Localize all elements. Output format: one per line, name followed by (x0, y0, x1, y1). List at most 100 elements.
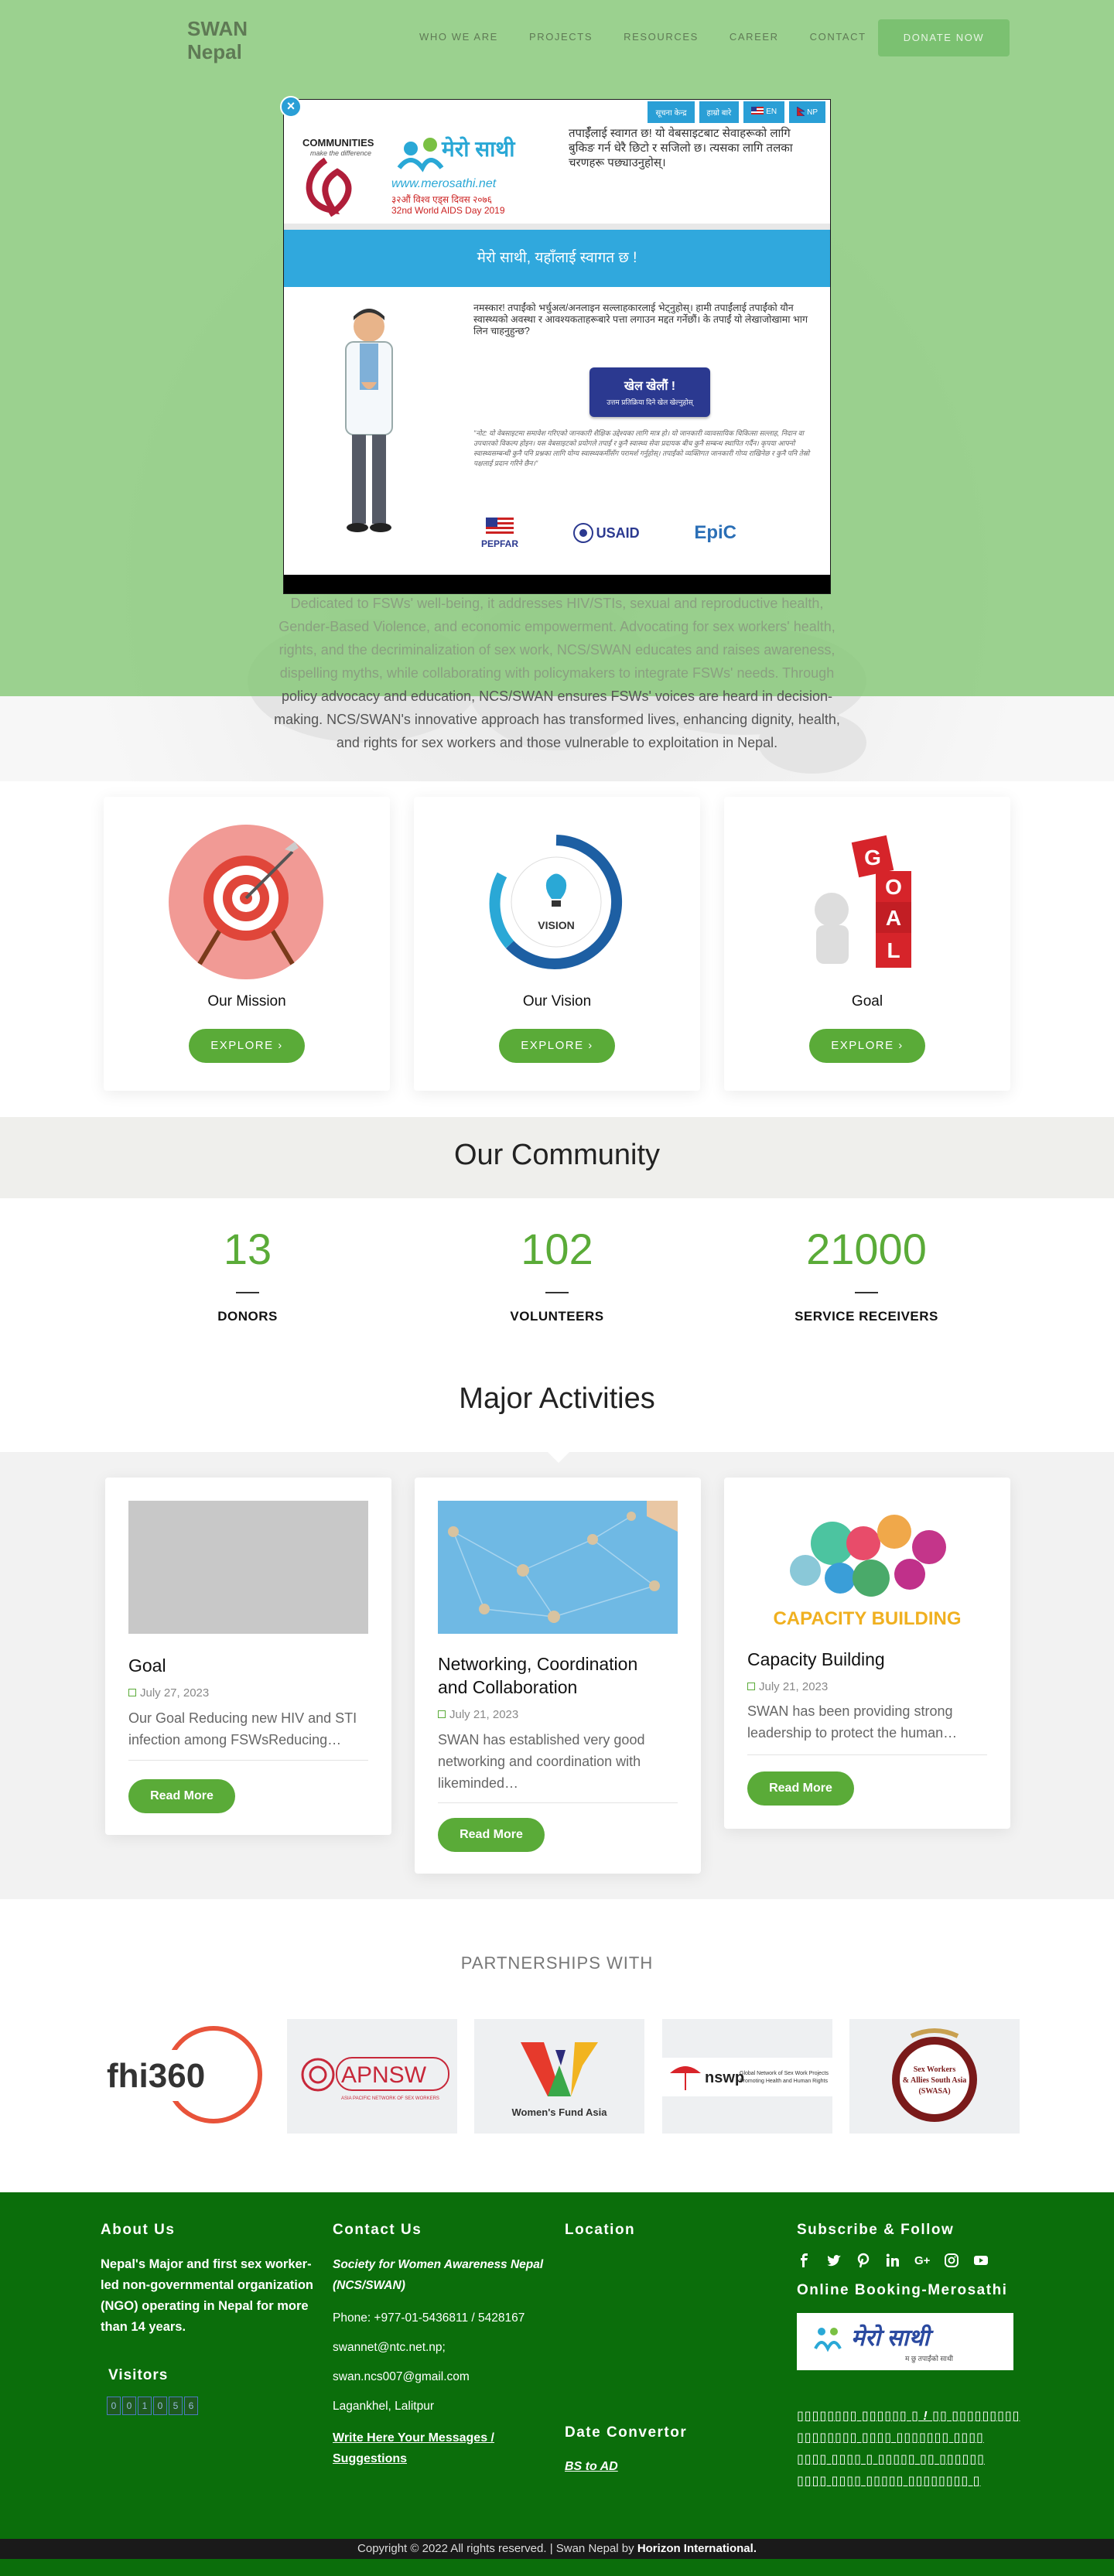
contact-email[interactable]: swannet@ntc.net.np; (333, 2339, 557, 2356)
hero-line: Gender-Based Violence, and economic empo… (278, 619, 836, 634)
visitor-counter: 0 0 1 0 5 6 (107, 2397, 325, 2415)
activity-date: July 21, 2023 (747, 1680, 828, 1693)
nav-contact[interactable]: CONTACT (810, 31, 866, 43)
usaid-label: USAID (596, 524, 640, 541)
stat-divider (236, 1292, 259, 1293)
mission-explore-button[interactable]: EXPLORE › (189, 1029, 305, 1063)
nepal-flag-icon (796, 106, 806, 117)
write-message-link[interactable]: Write Here Your Messages / Suggestions (333, 2427, 557, 2469)
goal-letter: G (864, 846, 881, 869)
linkedin-icon[interactable] (885, 2253, 900, 2268)
popup-welcome-text: तपाईँलाई स्वागत छ! यो वेबसाइटबाट सेवाहरू… (569, 127, 793, 169)
partner-apnsw[interactable]: APNSW ASIA PACIFIC NETWORK OF SEX WORKER… (286, 2019, 457, 2134)
mission-card: Our Mission EXPLORE › (104, 797, 390, 1091)
activities-title: Major Activities (459, 1382, 655, 1415)
popup-menu-info-center[interactable]: सूचना केन्द्र (648, 101, 695, 123)
merosathi-description[interactable]: ▯▯▯▯▯▯▯▯ ▯▯▯▯▯▯ ▯ ! ▯▯ ▯▯▯▯▯▯▯▯▯ ▯▯▯▯▯▯▯… (797, 2406, 1029, 2492)
apnsw-text: APNSW (341, 2062, 427, 2088)
target-icon (169, 825, 323, 979)
main-nav: WHO WE ARE PROJECTS RESOURCES CAREER CON… (419, 31, 897, 43)
partner-nswp[interactable]: nswp Global Network of Sex Work Projects… (661, 2019, 832, 2134)
popup-footer-bar (284, 575, 830, 593)
description-line: ▯▯▯▯ ▯▯▯▯ ▯▯▯▯▯ ▯▯▯▯▯▯▯▯ ▯ (797, 2475, 981, 2488)
popup-body-text: नमस्कार! तपाईंको भर्चुअल/अनलाइन सल्लाहका… (473, 302, 808, 337)
read-more-button[interactable]: Read More (438, 1818, 545, 1852)
nswp-sub2: Promoting Health and Human Rights (740, 2079, 829, 2084)
footer-contact-heading: Contact Us (333, 2222, 422, 2238)
popup-menu-english[interactable]: EN (743, 101, 785, 123)
play-game-button[interactable]: खेल खेलौं ! उत्तम प्रतिक्रिया दिने खेल ख… (589, 367, 710, 417)
partners-title: PARTNERSHIPS WITH (460, 1953, 654, 1973)
logo-communities: COMMUNITIES (302, 137, 374, 149)
page: Dedicated to FSWs' well-being, it addres… (0, 0, 1114, 2576)
social-icons: G+ (797, 2253, 1029, 2268)
partner-fhi360[interactable]: fhi360 (99, 2019, 269, 2134)
counter-digit: 6 (184, 2397, 198, 2415)
counter-digit: 1 (138, 2397, 152, 2415)
copyright-brand-link[interactable]: Horizon International. (637, 2542, 757, 2555)
activity-title[interactable]: Networking, Coordination and Collaborati… (438, 1652, 678, 1699)
fhi360-logo: fhi360 (99, 2026, 262, 2123)
close-icon[interactable]: × (280, 96, 302, 118)
activity-thumbnail[interactable] (128, 1501, 368, 1634)
site-logo[interactable]: SWAN Nepal (187, 17, 248, 63)
popup-banner: मेरो साथी, यहाँलाई स्वागत छ ! (284, 230, 830, 287)
stat-value: 13 (223, 1225, 272, 1273)
epic-logo: EpiC (694, 522, 736, 543)
us-flag-icon (486, 517, 514, 535)
merosathi-people-icon (814, 2328, 842, 2352)
counter-digit: 0 (153, 2397, 167, 2415)
description-line: ▯▯▯▯▯▯▯▯ ▯▯▯▯ ▯▯▯▯▯▯▯ ▯▯▯▯ (797, 2431, 984, 2444)
merosathi-booking-logo[interactable]: मेरो साथी म छु तपाईंको साथी (797, 2313, 1013, 2370)
vision-explore-button[interactable]: EXPLORE › (499, 1029, 615, 1063)
activity-excerpt: SWAN has established very good networkin… (438, 1729, 678, 1794)
popup-menu-nepali[interactable]: NP (789, 101, 825, 123)
vision-title: Our Vision (522, 993, 592, 1010)
pinterest-icon[interactable] (856, 2253, 871, 2268)
calendar-icon (438, 1710, 446, 1718)
visitors-heading: Visitors (108, 2367, 169, 2383)
activity-title[interactable]: Goal (128, 1654, 368, 1677)
goal-explore-button[interactable]: EXPLORE › (809, 1029, 925, 1063)
wfa-text: Women's Fund Asia (512, 2106, 608, 2118)
activity-thumbnail[interactable] (438, 1501, 678, 1634)
read-more-button[interactable]: Read More (128, 1779, 235, 1813)
location-map-area[interactable] (565, 2254, 789, 2424)
facebook-icon[interactable] (797, 2253, 812, 2268)
swasa-logo: Sex Workers & Allies South Asia (SWASA) (892, 2028, 977, 2122)
counter-digit: 0 (107, 2397, 121, 2415)
bottom-green-strip (0, 2559, 1114, 2576)
activity-thumbnail[interactable]: CAPACITY BUILDING (747, 1501, 987, 1634)
apnsw-logo: APNSW ASIA PACIFIC NETWORK OF SEX WORKER… (301, 2057, 449, 2101)
usaid-logo: USAID (572, 523, 640, 543)
nav-who-we-are[interactable]: WHO WE ARE (419, 31, 498, 43)
donate-button[interactable]: DONATE NOW (878, 19, 1010, 56)
nav-projects[interactable]: PROJECTS (529, 31, 593, 43)
hero-line: and rights for sex workers and those vul… (336, 735, 778, 750)
logo-day-en: 32nd World AIDS Day 2019 (391, 205, 505, 216)
nswp-sub: Global Network of Sex Work Projects (740, 2071, 829, 2076)
activity-divider (128, 1760, 368, 1761)
logo-merosathi: मेरो साथी (442, 137, 515, 161)
twitter-icon[interactable] (826, 2253, 842, 2268)
contact-email[interactable]: swan.ncs007@gmail.com (333, 2369, 557, 2386)
youtube-icon[interactable] (973, 2253, 989, 2268)
google-plus-icon[interactable]: G+ (914, 2253, 931, 2268)
nav-resources[interactable]: RESOURCES (624, 31, 699, 43)
logo-line: SWAN (187, 17, 248, 40)
capacity-caption: CAPACITY BUILDING (773, 1608, 961, 1629)
partner-womens-fund-asia[interactable]: Women's Fund Asia (474, 2019, 644, 2134)
partner-swasa[interactable]: Sex Workers & Allies South Asia (SWASA) (849, 2019, 1020, 2134)
activity-title[interactable]: Capacity Building (747, 1648, 987, 1671)
bs-to-ad-link[interactable]: BS to AD (565, 2460, 789, 2474)
activity-divider (747, 1754, 987, 1755)
contact-phone: Phone: +977-01-5436811 / 5428167 (333, 2311, 525, 2325)
read-more-button[interactable]: Read More (747, 1771, 854, 1806)
calendar-icon (128, 1689, 136, 1696)
usaid-seal-icon (572, 523, 593, 543)
vision-lightbulb-icon: VISION (489, 835, 623, 969)
nav-career[interactable]: CAREER (730, 31, 779, 43)
instagram-icon[interactable] (944, 2253, 959, 2268)
merosathi-logo-text: मेरो साथी (851, 2325, 930, 2351)
popup-menu-about[interactable]: हाम्रो बारे (699, 101, 740, 123)
